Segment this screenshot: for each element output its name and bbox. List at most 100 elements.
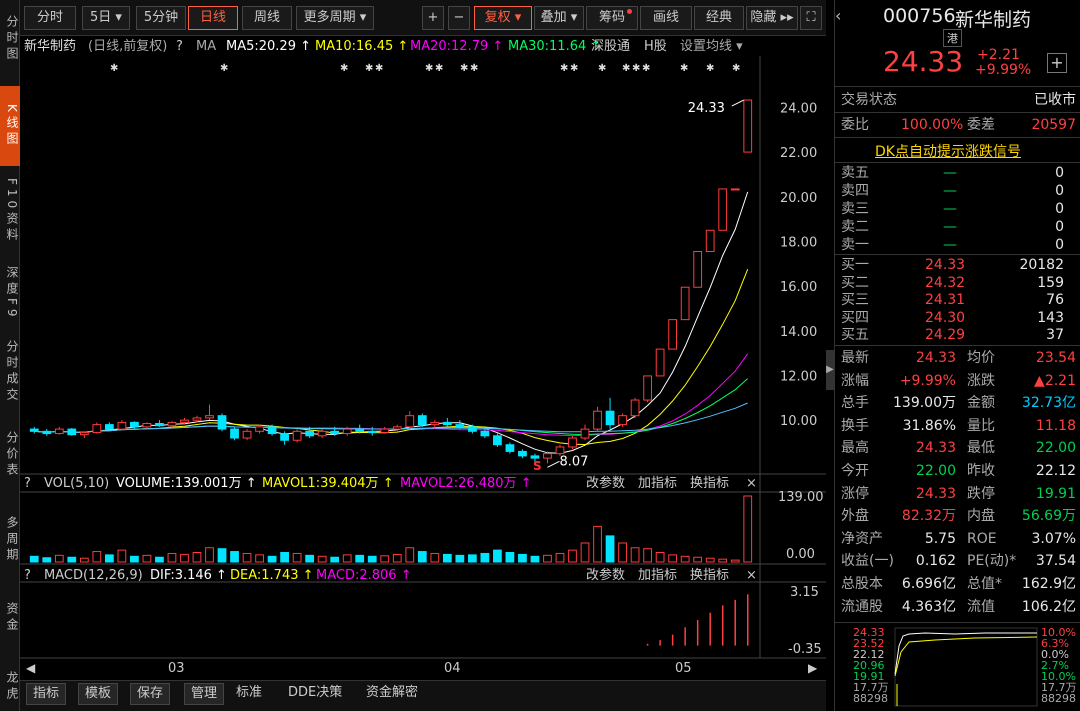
candle[interactable] bbox=[380, 428, 390, 433]
candle[interactable] bbox=[668, 319, 678, 350]
candle[interactable] bbox=[42, 430, 52, 435]
dde-tab[interactable]: DDE决策 bbox=[282, 683, 348, 705]
candle[interactable] bbox=[155, 423, 164, 427]
candle[interactable] bbox=[417, 415, 427, 426]
vol-q[interactable]: ? bbox=[24, 476, 31, 491]
candle[interactable] bbox=[743, 99, 753, 153]
candle[interactable] bbox=[217, 415, 227, 430]
vol-x[interactable]: × bbox=[746, 476, 757, 491]
candle[interactable] bbox=[405, 415, 415, 428]
candle[interactable] bbox=[317, 430, 327, 437]
tab-pricetable[interactable]: 分价表 bbox=[0, 422, 20, 488]
indicator-button[interactable]: 指标 bbox=[26, 683, 67, 705]
candle[interactable] bbox=[92, 424, 102, 433]
macd-x[interactable]: × bbox=[746, 568, 757, 583]
tab-multiperiod[interactable]: 多周期 bbox=[0, 500, 20, 580]
zoom-in-button[interactable]: + bbox=[422, 6, 444, 30]
dk-signal-link[interactable]: DK点自动提示涨跌信号 bbox=[875, 141, 1021, 161]
candle[interactable] bbox=[305, 430, 315, 437]
save-button[interactable]: 保存 bbox=[130, 683, 171, 705]
candle[interactable] bbox=[543, 453, 552, 459]
candle[interactable] bbox=[505, 444, 515, 452]
weekly-button[interactable]: 周线 bbox=[242, 6, 292, 30]
tab-kline[interactable]: K线图 bbox=[0, 86, 20, 166]
candle[interactable] bbox=[518, 450, 527, 457]
candle[interactable] bbox=[167, 421, 177, 427]
candle[interactable] bbox=[280, 433, 289, 441]
macd-a1[interactable]: 改参数 bbox=[586, 567, 625, 583]
candle[interactable] bbox=[67, 428, 77, 436]
candle[interactable] bbox=[705, 229, 715, 252]
candle[interactable] bbox=[267, 426, 277, 435]
overlay-dropdown[interactable]: 叠加 ▾ bbox=[534, 6, 584, 30]
vol-a1[interactable]: 改参数 bbox=[586, 475, 625, 491]
candle[interactable] bbox=[192, 417, 202, 421]
candle[interactable] bbox=[230, 428, 239, 439]
candle[interactable] bbox=[255, 426, 264, 432]
candle[interactable] bbox=[680, 286, 690, 321]
candle[interactable] bbox=[117, 421, 127, 430]
candle[interactable] bbox=[130, 421, 139, 428]
candle[interactable] bbox=[480, 430, 490, 437]
candle[interactable] bbox=[292, 430, 302, 441]
candle[interactable] bbox=[730, 188, 740, 191]
hide-button[interactable]: 隐藏 ▸▸ bbox=[746, 6, 798, 30]
tab-trades[interactable]: 分时成交 bbox=[0, 332, 20, 412]
tab-depth[interactable]: 深度F9 bbox=[0, 258, 20, 328]
timeshare-button[interactable]: 分时 bbox=[24, 6, 76, 30]
zoom-out-button[interactable]: − bbox=[448, 6, 470, 30]
scroll-right-icon[interactable]: ▶ bbox=[808, 661, 818, 675]
classic-button[interactable]: 经典 bbox=[694, 6, 744, 30]
funds-tab[interactable]: 资金解密 bbox=[360, 683, 424, 705]
candle[interactable] bbox=[342, 428, 352, 435]
mini-timeshare-chart[interactable]: 24.3323.5222.1220.9619.9117.7万8829810.0%… bbox=[835, 624, 1080, 711]
candle[interactable] bbox=[142, 423, 152, 428]
candle[interactable] bbox=[655, 348, 665, 377]
candle[interactable] bbox=[242, 430, 252, 439]
candle[interactable] bbox=[630, 399, 640, 417]
candle[interactable] bbox=[718, 188, 728, 231]
template-button[interactable]: 模板 bbox=[78, 683, 119, 705]
vol-a2[interactable]: 加指标 bbox=[638, 476, 677, 491]
candle[interactable] bbox=[580, 428, 590, 439]
candle[interactable] bbox=[530, 455, 540, 459]
standard-tab[interactable]: 标准 bbox=[230, 683, 268, 705]
legend-set[interactable]: 设置均线 ▾ bbox=[680, 39, 743, 54]
candle[interactable] bbox=[605, 410, 615, 426]
candle[interactable] bbox=[643, 375, 652, 401]
more-periods-dropdown[interactable]: 更多周期 ▾ bbox=[296, 6, 374, 30]
tab-timeshare[interactable]: 分时图 bbox=[0, 4, 20, 74]
candle[interactable] bbox=[442, 421, 452, 426]
candle[interactable] bbox=[392, 426, 402, 430]
candle[interactable] bbox=[568, 437, 577, 448]
prev-stock-icon[interactable]: ‹ bbox=[835, 6, 851, 25]
candle[interactable] bbox=[54, 428, 64, 435]
scroll-left-icon[interactable]: ◀ bbox=[26, 661, 36, 675]
kline-chart[interactable]: 新华制药 (日线,前复权)? MA MA5:20.29 ↑ MA10:16.45 ↑ MA… bbox=[20, 36, 826, 676]
macd-a2[interactable]: 加指标 bbox=[638, 568, 677, 583]
candle[interactable] bbox=[104, 424, 114, 430]
five-min-button[interactable]: 5分钟 bbox=[136, 6, 186, 30]
candle[interactable] bbox=[618, 415, 627, 426]
tab-longhu[interactable]: 龙虎 bbox=[0, 664, 20, 710]
tab-funds[interactable]: 资金 bbox=[0, 592, 20, 644]
collapse-panel-handle[interactable]: ▶ bbox=[826, 350, 834, 390]
candle[interactable] bbox=[555, 446, 565, 455]
candle[interactable] bbox=[205, 415, 214, 419]
candle[interactable] bbox=[593, 410, 602, 430]
fullscreen-icon[interactable]: ⛶ bbox=[800, 6, 822, 30]
candle[interactable] bbox=[467, 426, 477, 432]
adjust-dropdown[interactable]: 复权 ▾ bbox=[474, 6, 532, 30]
candle[interactable] bbox=[29, 428, 39, 432]
candle[interactable] bbox=[79, 431, 89, 436]
candle[interactable] bbox=[330, 430, 340, 435]
candle[interactable] bbox=[180, 419, 189, 423]
tab-f10[interactable]: F10资料 bbox=[0, 176, 20, 246]
candle[interactable] bbox=[493, 435, 502, 446]
candle[interactable] bbox=[355, 428, 365, 432]
chart-area[interactable]: 新华制药 (日线,前复权)? MA MA5:20.29 ↑ MA10:16.45 ↑ MA… bbox=[20, 36, 826, 676]
legend-q[interactable]: ? bbox=[176, 39, 183, 54]
candle[interactable] bbox=[455, 424, 465, 428]
macd-q[interactable]: ? bbox=[24, 568, 31, 583]
draw-button[interactable]: 画线 bbox=[640, 6, 692, 30]
